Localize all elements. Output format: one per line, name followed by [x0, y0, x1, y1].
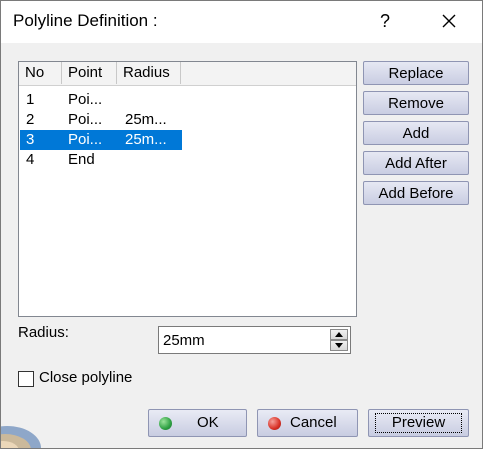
column-header-point[interactable]: Point [62, 62, 117, 84]
polyline-definition-dialog: Polyline Definition : ? No Point Radius … [0, 0, 483, 449]
row-no: 3 [26, 131, 35, 148]
spin-up-button[interactable] [330, 329, 348, 340]
list-item-selected[interactable]: 3 Poi... 25m... [20, 130, 182, 150]
row-no: 4 [26, 151, 35, 168]
close-button[interactable] [426, 5, 472, 37]
row-point: Poi... [68, 91, 103, 108]
ok-button[interactable]: OK [148, 409, 247, 437]
title-bar: Polyline Definition : ? [1, 1, 482, 43]
close-polyline-checkbox[interactable] [18, 371, 34, 387]
list-item[interactable]: 2 Poi... 25m... [20, 110, 182, 130]
row-radius: 25m... [125, 111, 167, 128]
list-item[interactable]: 4 End [20, 150, 182, 170]
add-after-button[interactable]: Add After [363, 151, 469, 175]
list-item[interactable]: 1 Poi... [20, 90, 182, 110]
radius-label: Radius: [18, 324, 69, 341]
add-button[interactable]: Add [363, 121, 469, 145]
arrow-down-icon [335, 343, 343, 348]
cancel-button[interactable]: Cancel [257, 409, 358, 437]
arrow-up-icon [335, 332, 343, 337]
column-header-radius[interactable]: Radius [117, 62, 181, 84]
list-header: No Point Radius [19, 62, 356, 86]
preview-label: Preview [374, 413, 463, 433]
close-icon [442, 14, 456, 28]
replace-button[interactable]: Replace [363, 61, 469, 85]
row-no: 1 [26, 91, 35, 108]
spin-down-button[interactable] [330, 340, 348, 351]
row-point: Poi... [68, 131, 103, 148]
points-list[interactable]: No Point Radius 1 Poi... 2 Poi... 25m...… [18, 61, 357, 317]
row-point: Poi... [68, 111, 103, 128]
row-radius: 25m... [125, 131, 167, 148]
dialog-title: Polyline Definition : [13, 11, 158, 30]
dialog-content: No Point Radius 1 Poi... 2 Poi... 25m...… [1, 43, 482, 448]
question-icon: ? [379, 10, 390, 31]
remove-button[interactable]: Remove [363, 91, 469, 115]
help-button[interactable]: ? [365, 5, 405, 37]
ok-label: OK [197, 414, 219, 431]
red-dot-icon [268, 417, 281, 430]
preview-button[interactable]: Preview [368, 409, 469, 437]
decorative-corner-art [1, 426, 41, 448]
radius-input[interactable]: 25mm [158, 326, 351, 354]
close-polyline-label[interactable]: Close polyline [39, 369, 132, 386]
radius-value: 25mm [163, 332, 205, 349]
cancel-label: Cancel [290, 414, 337, 431]
add-before-button[interactable]: Add Before [363, 181, 469, 205]
row-no: 2 [26, 111, 35, 128]
row-point: End [68, 151, 95, 168]
column-header-no[interactable]: No [19, 62, 62, 84]
green-dot-icon [159, 417, 172, 430]
